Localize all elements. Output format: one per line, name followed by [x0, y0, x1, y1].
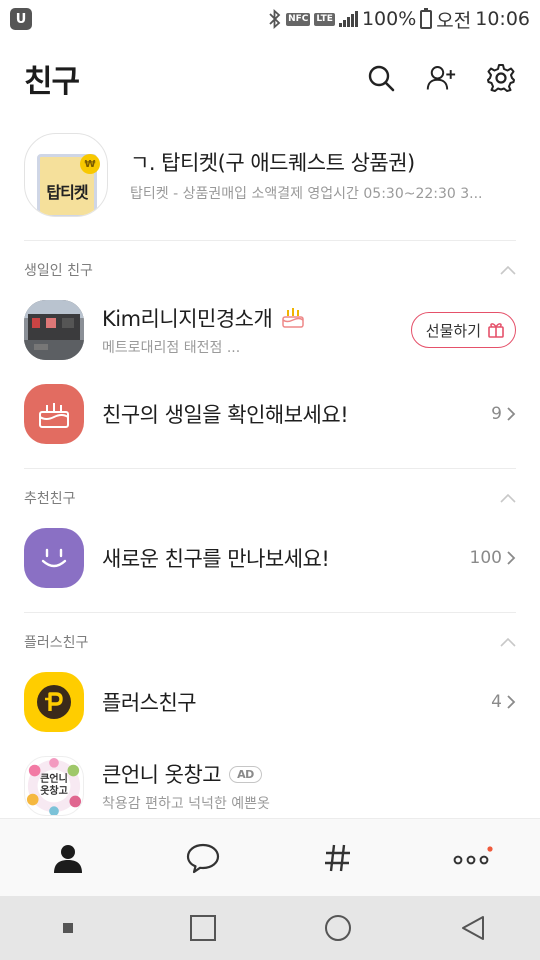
signal-icon: [338, 11, 358, 27]
won-coin-icon: ₩: [80, 154, 100, 174]
section-title: 추천친구: [24, 491, 76, 507]
add-friend-icon[interactable]: [426, 63, 456, 93]
status-bar: U NFC LTE 100% 오전 10:06: [0, 0, 540, 38]
home-button[interactable]: [270, 914, 405, 942]
more-tab[interactable]: [405, 819, 540, 896]
gift-icon: [488, 323, 504, 338]
birthday-count: 9: [491, 404, 502, 424]
section-header-birthday[interactable]: 생일인 친구: [24, 255, 516, 285]
chevron-right-icon: [507, 407, 516, 421]
send-gift-button[interactable]: 선물하기: [410, 312, 516, 348]
birthday-cake-icon: [282, 308, 305, 328]
profile-name: ㄱ. 탑티켓(구 애드퀘스트 상품권): [130, 151, 415, 175]
plus-friend-icon: [37, 685, 71, 719]
person-icon: [53, 844, 82, 873]
divider: [24, 612, 516, 613]
divider: [24, 240, 516, 241]
chevron-right-icon: [507, 551, 516, 565]
ad-friend-status-message: 착용감 편하고 넉넉한 예쁜옷: [102, 796, 270, 812]
battery-icon: [420, 7, 433, 29]
bottom-tab-bar: [0, 818, 540, 896]
section-header-plus[interactable]: 플러스친구: [24, 627, 516, 657]
back-button[interactable]: [405, 914, 540, 942]
chevron-right-icon: [507, 695, 516, 709]
chat-bubble-icon: [186, 843, 219, 873]
hashtag-tab[interactable]: [270, 819, 405, 896]
bluetooth-icon: [269, 9, 281, 29]
recommend-count: 100: [469, 548, 502, 568]
divider: [24, 468, 516, 469]
small-square-icon: [62, 923, 73, 933]
chats-tab[interactable]: [135, 819, 270, 896]
profile-status-message: 탑티켓 - 상품권매입 소액결제 영업시간 05:30~22:30 3...: [130, 186, 483, 202]
friend-status-message: 메트로대리점 태전점 ...: [102, 340, 241, 356]
section-title: 생일인 친구: [24, 263, 93, 279]
chevron-up-icon[interactable]: [500, 637, 516, 647]
battery-percent: 100%: [361, 8, 417, 30]
hashtag-icon: [324, 844, 350, 871]
ad-friend-avatar: 큰언니 옷창고: [24, 756, 84, 816]
settings-icon[interactable]: [486, 63, 516, 93]
friends-tab[interactable]: [0, 819, 135, 896]
gift-button-label: 선물하기: [425, 321, 481, 340]
section-title: 플러스친구: [24, 635, 89, 651]
section-header-recommend[interactable]: 추천친구: [24, 483, 516, 513]
smiley-avatar: [24, 528, 84, 588]
cake-icon: [39, 403, 69, 428]
back-triangle-icon: [461, 916, 484, 940]
ad-avatar-text: 옷창고: [40, 786, 68, 797]
birthday-friend-row[interactable]: Kim리니지민경소개 메트로대리점 태전점 ... 선물하기: [24, 298, 516, 362]
birthday-cake-avatar: [24, 384, 84, 444]
notification-dot-button[interactable]: [0, 923, 135, 933]
ad-friend-row[interactable]: 큰언니 옷창고 큰언니 옷창고 AD 착용감 편하고 넉넉한 예쁜옷: [24, 754, 516, 818]
more-dots-icon: [453, 845, 493, 864]
profile-image-label: 탑티켓: [46, 183, 88, 202]
smiley-icon: [41, 548, 67, 568]
chevron-up-icon[interactable]: [500, 493, 516, 503]
friend-name: Kim리니지민경소개: [102, 307, 273, 331]
check-birthdays-row[interactable]: 친구의 생일을 확인해보세요! 9: [24, 382, 516, 446]
page-header: 친구: [0, 48, 540, 108]
my-profile[interactable]: 탑티켓 ₩ ㄱ. 탑티켓(구 애드퀘스트 상품권) 탑티켓 - 상품권매입 소액…: [24, 130, 516, 220]
app-notification-icon: U: [10, 8, 32, 30]
ad-friend-name: 큰언니 옷창고: [102, 763, 222, 787]
ad-badge: AD: [229, 765, 262, 783]
friend-avatar: [24, 300, 84, 360]
check-birthdays-label: 친구의 생일을 확인해보세요!: [102, 403, 349, 427]
lte-icon: LTE: [314, 12, 335, 26]
plus-friends-label: 플러스친구: [102, 691, 197, 715]
profile-image: 탑티켓 ₩: [24, 133, 108, 217]
recommend-friends-row[interactable]: 새로운 친구를 만나보세요! 100: [24, 526, 516, 590]
clock: 10:06: [475, 8, 530, 30]
page-title: 친구: [24, 63, 80, 100]
nfc-icon: NFC: [286, 12, 311, 26]
chevron-up-icon[interactable]: [500, 265, 516, 275]
recent-apps-button[interactable]: [135, 914, 270, 942]
am-pm: 오전: [436, 9, 472, 32]
plus-friends-count: 4: [491, 692, 502, 712]
recommend-label: 새로운 친구를 만나보세요!: [102, 547, 330, 571]
home-circle-icon: [324, 915, 351, 941]
plus-friends-row[interactable]: 플러스친구 4: [24, 670, 516, 734]
system-navigation-bar: [0, 896, 540, 960]
search-icon[interactable]: [366, 63, 396, 93]
ad-avatar-text: 큰언니: [40, 774, 68, 785]
recent-apps-icon: [189, 915, 216, 941]
plus-friend-avatar: [24, 672, 84, 732]
